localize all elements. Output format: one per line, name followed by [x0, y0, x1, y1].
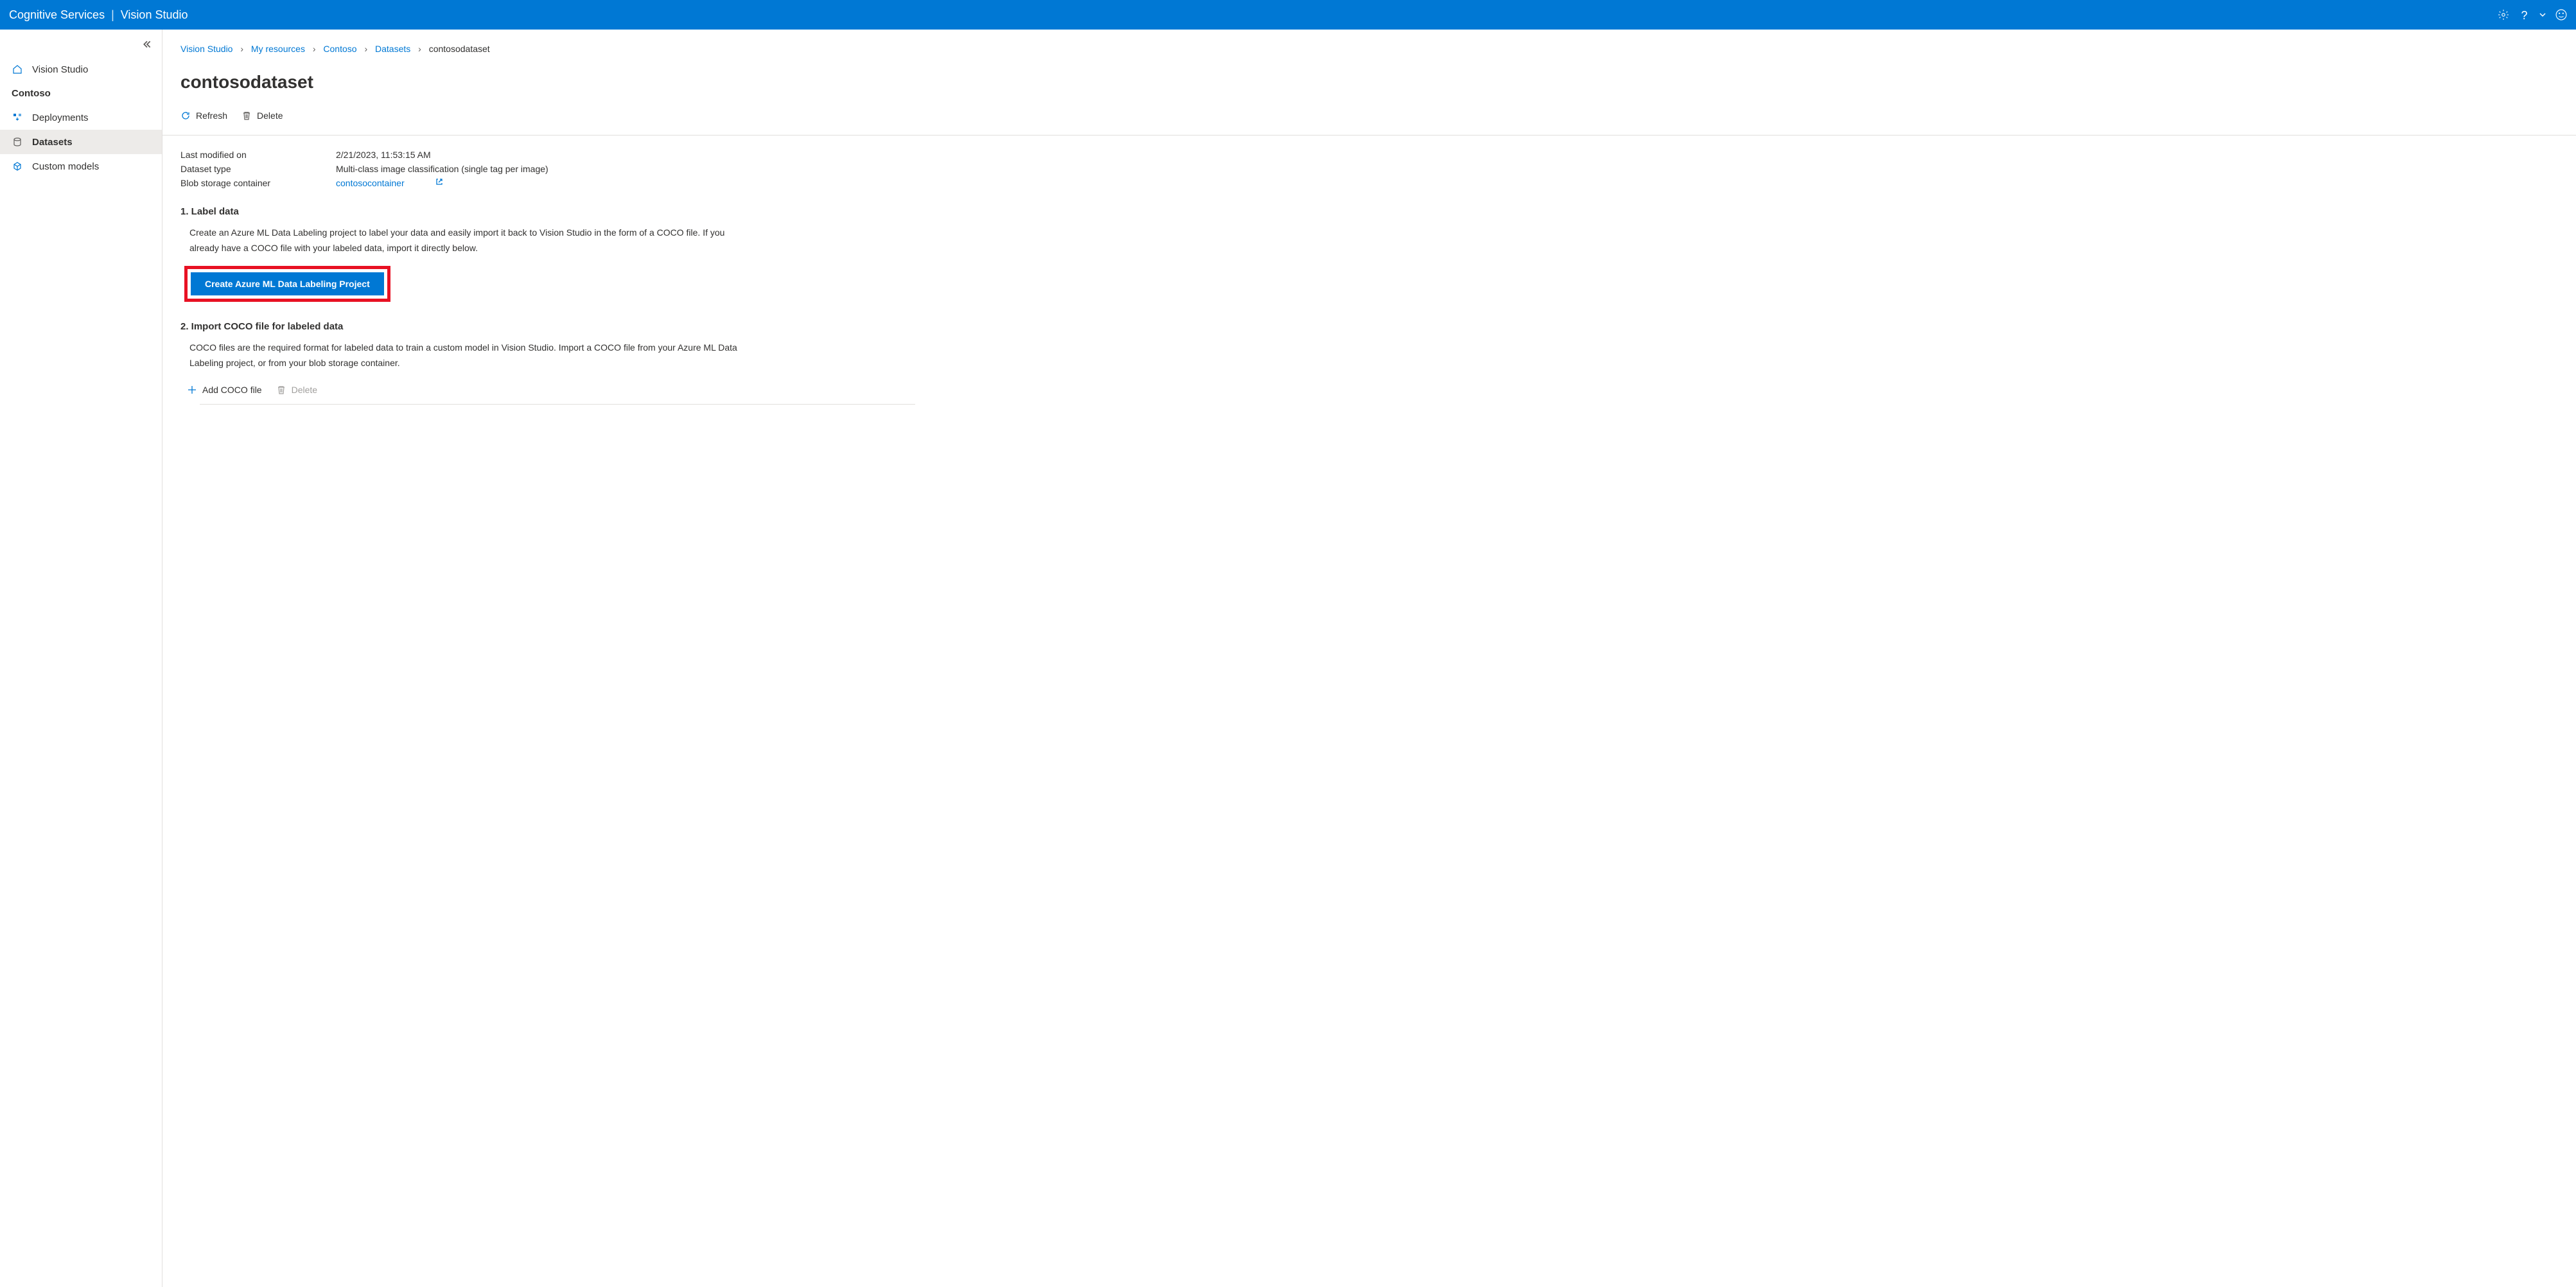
- collapse-sidebar-icon[interactable]: [0, 35, 162, 57]
- deployments-icon: [12, 112, 23, 123]
- breadcrumb-link[interactable]: Contoso: [323, 44, 356, 54]
- sidebar-item-custom-models[interactable]: Custom models: [0, 154, 162, 179]
- breadcrumb: Vision Studio › My resources › Contoso ›…: [180, 44, 915, 54]
- sidebar-item-datasets[interactable]: Datasets: [0, 130, 162, 154]
- add-coco-file-button[interactable]: Add COCO file: [187, 385, 262, 395]
- svg-text:?: ?: [2521, 9, 2528, 21]
- custom-models-icon: [12, 161, 23, 172]
- header-actions: ?: [2498, 9, 2567, 21]
- meta-label-dataset-type: Dataset type: [180, 164, 336, 174]
- header-title-group: Cognitive Services | Vision Studio: [9, 8, 188, 22]
- meta-value-last-modified: 2/21/2023, 11:53:15 AM: [336, 150, 431, 160]
- main-content: Vision Studio › My resources › Contoso ›…: [162, 30, 2576, 1287]
- meta-label-blob-container: Blob storage container: [180, 178, 336, 188]
- sidebar-item-deployments[interactable]: Deployments: [0, 105, 162, 130]
- trash-icon: [276, 385, 286, 395]
- dataset-metadata: Last modified on 2/21/2023, 11:53:15 AM …: [180, 136, 915, 206]
- coco-delete-button: Delete: [276, 385, 317, 395]
- meta-value-dataset-type: Multi-class image classification (single…: [336, 164, 548, 174]
- blob-container-link[interactable]: contosocontainer: [336, 178, 405, 188]
- delete-label: Delete: [257, 110, 283, 121]
- section-2-body: COCO files are the required format for l…: [180, 340, 746, 371]
- divider: [200, 404, 915, 405]
- breadcrumb-separator-icon: ›: [313, 44, 316, 54]
- section-2-heading: 2. Import COCO file for labeled data: [180, 321, 915, 332]
- header-brand[interactable]: Cognitive Services: [9, 8, 105, 22]
- sidebar-item-label: Deployments: [32, 112, 89, 123]
- breadcrumb-link[interactable]: Vision Studio: [180, 44, 232, 54]
- coco-actions-bar: Add COCO file Delete: [180, 381, 915, 404]
- breadcrumb-current: contosodataset: [429, 44, 490, 54]
- settings-gear-icon[interactable]: [2498, 9, 2509, 21]
- sidebar-resource-label[interactable]: Contoso: [0, 82, 162, 105]
- breadcrumb-separator-icon: ›: [240, 44, 243, 54]
- home-icon: [12, 64, 23, 75]
- refresh-label: Refresh: [196, 110, 227, 121]
- header-product[interactable]: Vision Studio: [121, 8, 188, 22]
- coco-delete-label: Delete: [292, 385, 317, 395]
- refresh-button[interactable]: Refresh: [180, 110, 227, 121]
- add-coco-label: Add COCO file: [202, 385, 262, 395]
- section-1-body: Create an Azure ML Data Labeling project…: [180, 225, 746, 256]
- meta-label-last-modified: Last modified on: [180, 150, 336, 160]
- datasets-icon: [12, 136, 23, 148]
- sidebar-item-label: Datasets: [32, 137, 73, 148]
- highlighted-button-frame: Create Azure ML Data Labeling Project: [184, 266, 390, 302]
- left-sidebar: Vision Studio Contoso Deployments Datase…: [0, 30, 162, 1287]
- plus-icon: [187, 385, 197, 395]
- section-1-heading: 1. Label data: [180, 206, 915, 217]
- trash-icon: [241, 110, 252, 121]
- breadcrumb-separator-icon: ›: [418, 44, 421, 54]
- breadcrumb-separator-icon: ›: [364, 44, 367, 54]
- sidebar-item-label: Custom models: [32, 161, 99, 172]
- command-bar: Refresh Delete: [180, 110, 915, 121]
- breadcrumb-link[interactable]: Datasets: [375, 44, 410, 54]
- delete-button[interactable]: Delete: [241, 110, 283, 121]
- external-link-icon[interactable]: [435, 178, 443, 188]
- top-header-bar: Cognitive Services | Vision Studio ?: [0, 0, 2576, 30]
- header-separator: |: [111, 8, 114, 22]
- help-question-icon[interactable]: ?: [2518, 9, 2530, 21]
- refresh-icon: [180, 110, 191, 121]
- chevron-down-icon[interactable]: [2539, 11, 2546, 19]
- feedback-smile-icon[interactable]: [2555, 9, 2567, 21]
- sidebar-home-label: Vision Studio: [32, 64, 88, 75]
- breadcrumb-link[interactable]: My resources: [251, 44, 305, 54]
- sidebar-home[interactable]: Vision Studio: [0, 57, 162, 82]
- page-title: contosodataset: [180, 72, 915, 92]
- create-labeling-project-button[interactable]: Create Azure ML Data Labeling Project: [191, 272, 384, 295]
